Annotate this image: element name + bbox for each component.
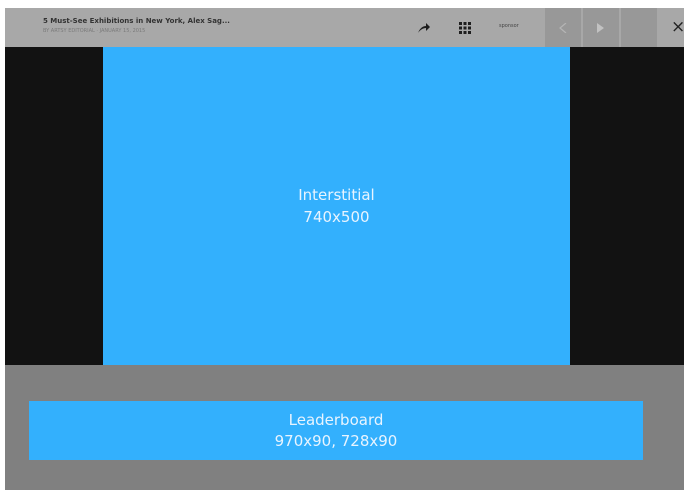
share-icon[interactable] <box>416 20 432 36</box>
article-byline: BY ARTSY EDITORIAL · JANUARY 15, 2015 <box>43 28 146 34</box>
next-icon <box>597 22 604 33</box>
grid-icon[interactable] <box>457 20 473 36</box>
lightbox-frame: 5 Must-See Exhibitions in New York, Alex… <box>5 8 684 490</box>
interstitial-ad-slot[interactable]: Interstitial 740x500 <box>103 47 570 365</box>
prev-icon <box>559 22 567 33</box>
next-button[interactable] <box>583 8 619 47</box>
leaderboard-sizes: 970x90, 728x90 <box>274 431 398 450</box>
sponsor-label: sponsor <box>499 23 519 29</box>
interstitial-size: 740x500 <box>303 208 370 226</box>
leaderboard-label: Leaderboard <box>288 410 384 429</box>
close-icon[interactable]: × <box>671 17 684 37</box>
interstitial-label: Interstitial <box>298 186 375 204</box>
article-title[interactable]: 5 Must-See Exhibitions in New York, Alex… <box>43 17 230 25</box>
lightbox-toolbar: 5 Must-See Exhibitions in New York, Alex… <box>5 8 684 47</box>
leaderboard-ad-slot[interactable]: Leaderboard 970x90, 728x90 <box>29 401 643 460</box>
prev-button[interactable] <box>545 8 581 47</box>
slide-thumb-button[interactable] <box>621 8 657 47</box>
